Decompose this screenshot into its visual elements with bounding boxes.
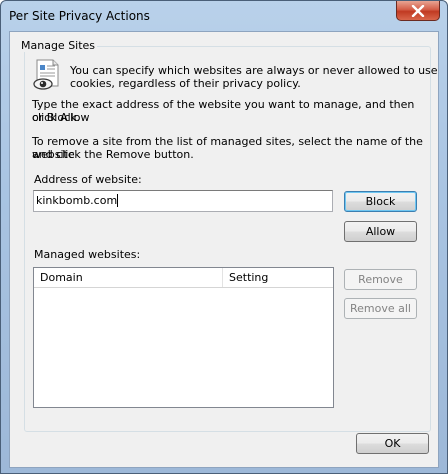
address-input[interactable]: kinkbomb.com <box>33 190 333 212</box>
column-header-setting[interactable]: Setting <box>223 268 333 287</box>
block-button[interactable]: Block <box>344 191 417 212</box>
ok-button[interactable]: OK <box>356 433 429 454</box>
list-header: Domain Setting <box>34 268 333 288</box>
group-label: Manage Sites <box>19 39 98 52</box>
privacy-document-eye-icon <box>33 59 59 90</box>
remove-all-button-label: Remove all <box>350 302 411 315</box>
block-button-label: Block <box>365 195 396 208</box>
column-header-domain[interactable]: Domain <box>34 268 223 287</box>
type-instruction-line-2: or Block. <box>32 111 80 124</box>
close-button[interactable] <box>396 1 440 21</box>
close-icon <box>411 4 425 17</box>
managed-websites-list[interactable]: Domain Setting <box>33 267 334 408</box>
window-title: Per Site Privacy Actions <box>9 9 150 23</box>
allow-button[interactable]: Allow <box>344 221 417 242</box>
column-domain-label: Domain <box>40 271 83 284</box>
column-setting-label: Setting <box>229 271 269 284</box>
remove-all-button[interactable]: Remove all <box>344 298 417 319</box>
remove-instruction-line-2: and click the Remove button. <box>32 148 194 161</box>
ok-button-label: OK <box>384 437 401 450</box>
remove-button[interactable]: Remove <box>344 269 417 290</box>
info-text-line-1: You can specify which websites are alway… <box>70 64 438 77</box>
text-caret <box>117 194 119 207</box>
dialog-client-area: Manage Sites You can specify which websi… <box>9 31 439 468</box>
address-label: Address of website: <box>34 173 142 186</box>
type-instruction-line-1: Type the exact address of the website yo… <box>32 98 415 124</box>
remove-button-label: Remove <box>358 273 403 286</box>
allow-button-label: Allow <box>365 225 396 238</box>
address-input-value: kinkbomb.com <box>36 194 118 207</box>
per-site-privacy-dialog: Per Site Privacy Actions Manage Sites Yo… <box>0 0 448 474</box>
title-bar[interactable]: Per Site Privacy Actions <box>1 1 447 31</box>
info-text-line-2: cookies, regardless of their privacy pol… <box>70 77 301 90</box>
managed-websites-label: Managed websites: <box>34 248 141 261</box>
